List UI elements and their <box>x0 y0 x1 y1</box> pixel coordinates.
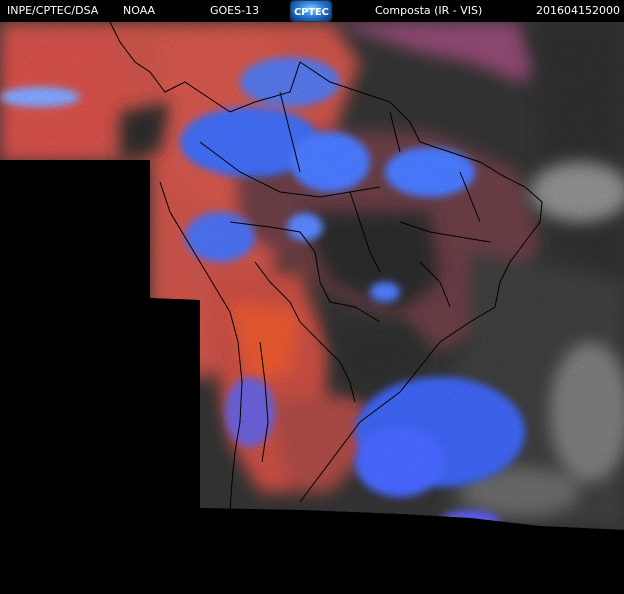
satellite-image <box>0 22 624 594</box>
agency-label: NOAA <box>123 4 156 17</box>
source-label: INPE/CPTEC/DSA <box>7 4 99 17</box>
header-bar: INPE/CPTEC/DSA NOAA GOES-13 CPTEC Compos… <box>0 0 624 22</box>
satellite-label: GOES-13 <box>210 4 260 17</box>
product-label: Composta (IR - VIS) <box>375 4 483 17</box>
cptec-logo-text: CPTEC <box>294 7 329 18</box>
timestamp-label: 201604152000 <box>536 4 620 17</box>
cptec-logo: CPTEC <box>291 1 331 21</box>
